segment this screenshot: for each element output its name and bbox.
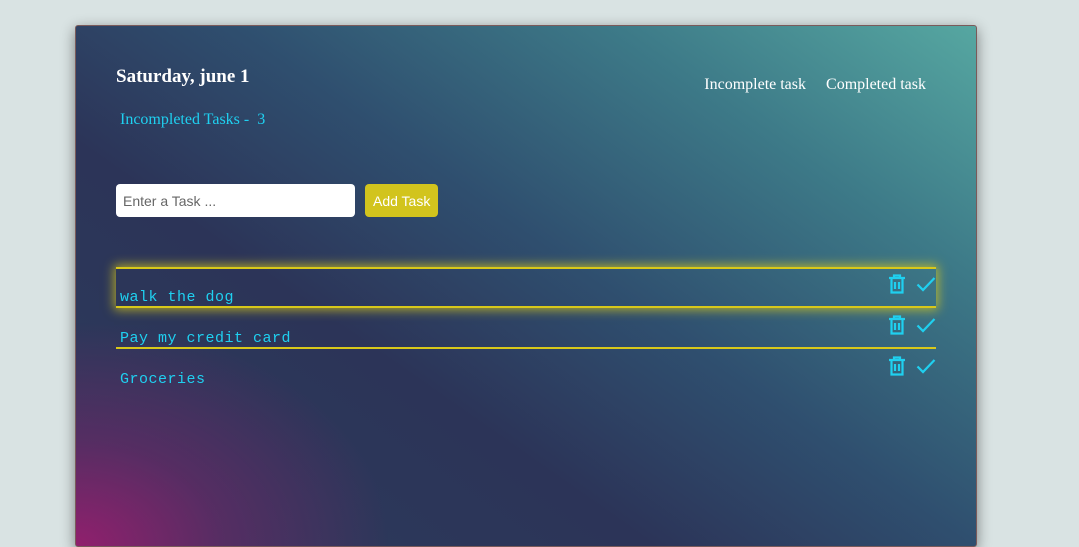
page-title-date: Saturday, june 1 bbox=[116, 66, 250, 87]
task-text: Groceries bbox=[120, 371, 206, 388]
trash-icon[interactable] bbox=[888, 274, 906, 294]
task-text: walk the dog bbox=[120, 289, 235, 306]
check-icon[interactable] bbox=[916, 315, 936, 335]
task-input[interactable] bbox=[116, 184, 355, 217]
task-item: walk the dog bbox=[116, 267, 936, 308]
task-actions bbox=[888, 356, 936, 376]
task-text: Pay my credit card bbox=[120, 330, 292, 347]
task-actions bbox=[888, 274, 936, 294]
incomplete-counter: Incompleted Tasks - 3 bbox=[120, 111, 265, 129]
completed-task-link[interactable]: Completed task bbox=[826, 76, 926, 94]
add-task-button[interactable]: Add Task bbox=[365, 184, 439, 217]
check-icon[interactable] bbox=[916, 356, 936, 376]
task-item: Pay my credit card bbox=[116, 308, 936, 349]
incomplete-counter-value: 3 bbox=[257, 111, 266, 128]
task-actions bbox=[888, 315, 936, 335]
trash-icon[interactable] bbox=[888, 315, 906, 335]
trash-icon[interactable] bbox=[888, 356, 906, 376]
task-list: walk the dog Pay my credit card Grocerie… bbox=[116, 267, 936, 390]
todo-card: Saturday, june 1 Incompleted Tasks - 3 In… bbox=[75, 25, 977, 547]
task-filter-nav: Incomplete task Completed task bbox=[704, 76, 926, 94]
task-item: Groceries bbox=[116, 349, 936, 390]
incomplete-counter-label: Incompleted Tasks - bbox=[120, 111, 250, 128]
incomplete-task-link[interactable]: Incomplete task bbox=[704, 76, 806, 94]
check-icon[interactable] bbox=[916, 274, 936, 294]
